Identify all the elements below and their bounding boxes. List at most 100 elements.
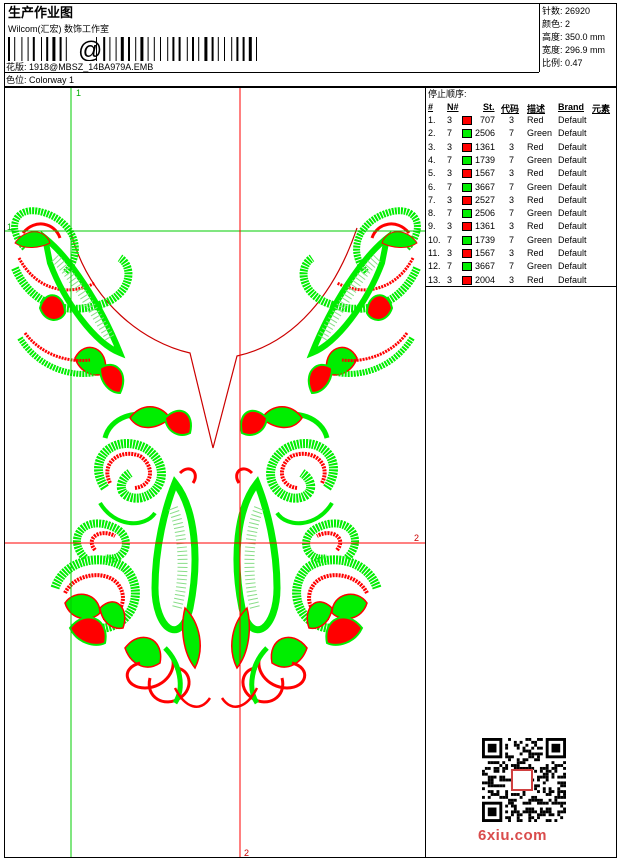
qr-module [522,793,526,796]
stop-list-title: 停止顺序: [428,89,467,99]
qr-module [554,801,558,805]
qr-module [496,790,500,794]
row-stitches: 707 [479,115,495,125]
barcode-bar [41,37,42,61]
table-row: 6. 7 3667 7 Green Default [426,181,616,194]
qr-module [525,807,529,811]
qr-module [496,766,500,770]
qr-module [537,752,540,756]
qr-module [484,766,488,770]
row-needle: 7 [447,234,453,245]
row-stitches: 2506 [474,128,495,139]
colorway-value: Colorway 1 [29,75,75,85]
qr-module [490,793,494,796]
qr-module [516,761,520,765]
row-stitches: 3667 [474,261,495,272]
qr-module [505,766,509,770]
barcode-bar [224,37,225,61]
spec-scale: 比例: 0.47 [542,58,583,69]
row-index: 13. [428,274,441,285]
row-desc: Green [527,261,553,272]
qr-module [557,810,561,814]
qr-module [519,813,523,817]
qr-module [522,761,526,765]
table-row: 10. 7 1739 7 Green Default [426,234,616,247]
qr-module [537,738,540,741]
spec-width: 宽度: 296.9 mm [542,45,605,56]
qr-module [522,746,526,750]
qr-module [510,798,514,802]
row-stitches: 2527 [474,194,495,205]
spec-value: 0.47 [565,58,583,68]
row-desc: Red [527,274,544,285]
qr-module [545,775,549,779]
qr-module [563,801,566,805]
qr-module [525,801,529,805]
qr-module [554,798,558,802]
barcode-bar [167,37,169,61]
qr-module [534,795,538,799]
qr-module [487,781,491,785]
qr-module [519,740,523,744]
qr-module [545,801,549,805]
barcode-bar [96,37,97,61]
qr-module [505,816,509,820]
col-header-needle: N# [447,102,459,112]
qr-module [519,795,523,799]
qr-module [516,758,520,762]
qr-module [525,738,529,741]
row-stitches: 1361 [474,221,495,232]
qr-module [528,752,532,756]
qr-module [560,804,564,808]
stop-sequence-table: 停止顺序: # N# St. 代码 描述 Brand 元素 1. 3 707 3 Red… [425,87,617,287]
barcode-bar [120,37,124,61]
qr-module [534,740,538,744]
color-swatch [462,235,472,245]
qr-module [545,769,549,773]
qr-module [484,772,488,776]
qr-module [539,752,543,756]
barcode-bar [103,37,106,61]
barcode-bar [32,37,35,61]
qr-module [519,819,523,822]
qr-module [554,764,558,767]
row-needle: 7 [447,154,453,165]
qr-module [534,784,538,788]
qr-module [490,781,494,785]
qr-module [534,758,538,762]
qr-module [557,787,561,791]
qr-module [531,752,535,756]
row-stitches: 2004 [474,274,495,285]
qr-module [502,761,506,765]
qr-module [510,804,514,808]
qr-module [554,769,558,773]
barcode-bar [178,37,181,61]
qr-module [513,793,517,796]
color-swatch [462,142,472,152]
color-swatch [462,116,472,125]
row-brand: Default [558,248,587,258]
header-divider-vertical [539,4,540,72]
qr-module [557,795,561,799]
design-file-label: 花版: [6,62,27,72]
row-desc: Green [527,181,553,192]
qr-module [557,775,561,779]
row-brand: Default [558,194,587,205]
row-needle: 7 [447,181,453,192]
qr-module [542,790,546,794]
spec-label: 颜色: [542,19,563,29]
studio-subtitle: Wilcom(汇宏) 数饰工作室 [8,24,109,34]
qr-module [505,793,509,796]
row-stitches: 1567 [474,248,495,258]
qr-finder-block [487,743,497,753]
qr-module [505,764,509,767]
spec-value: 26920 [565,6,591,16]
qr-module [537,784,540,788]
qr-module [528,738,532,741]
row-needle: 3 [447,274,453,285]
embroidery-preview [5,88,425,857]
row-index: 7. [428,194,436,205]
qr-module [537,755,540,759]
seal-stamp-icon [511,769,533,791]
row-stitches: 1739 [474,234,495,245]
